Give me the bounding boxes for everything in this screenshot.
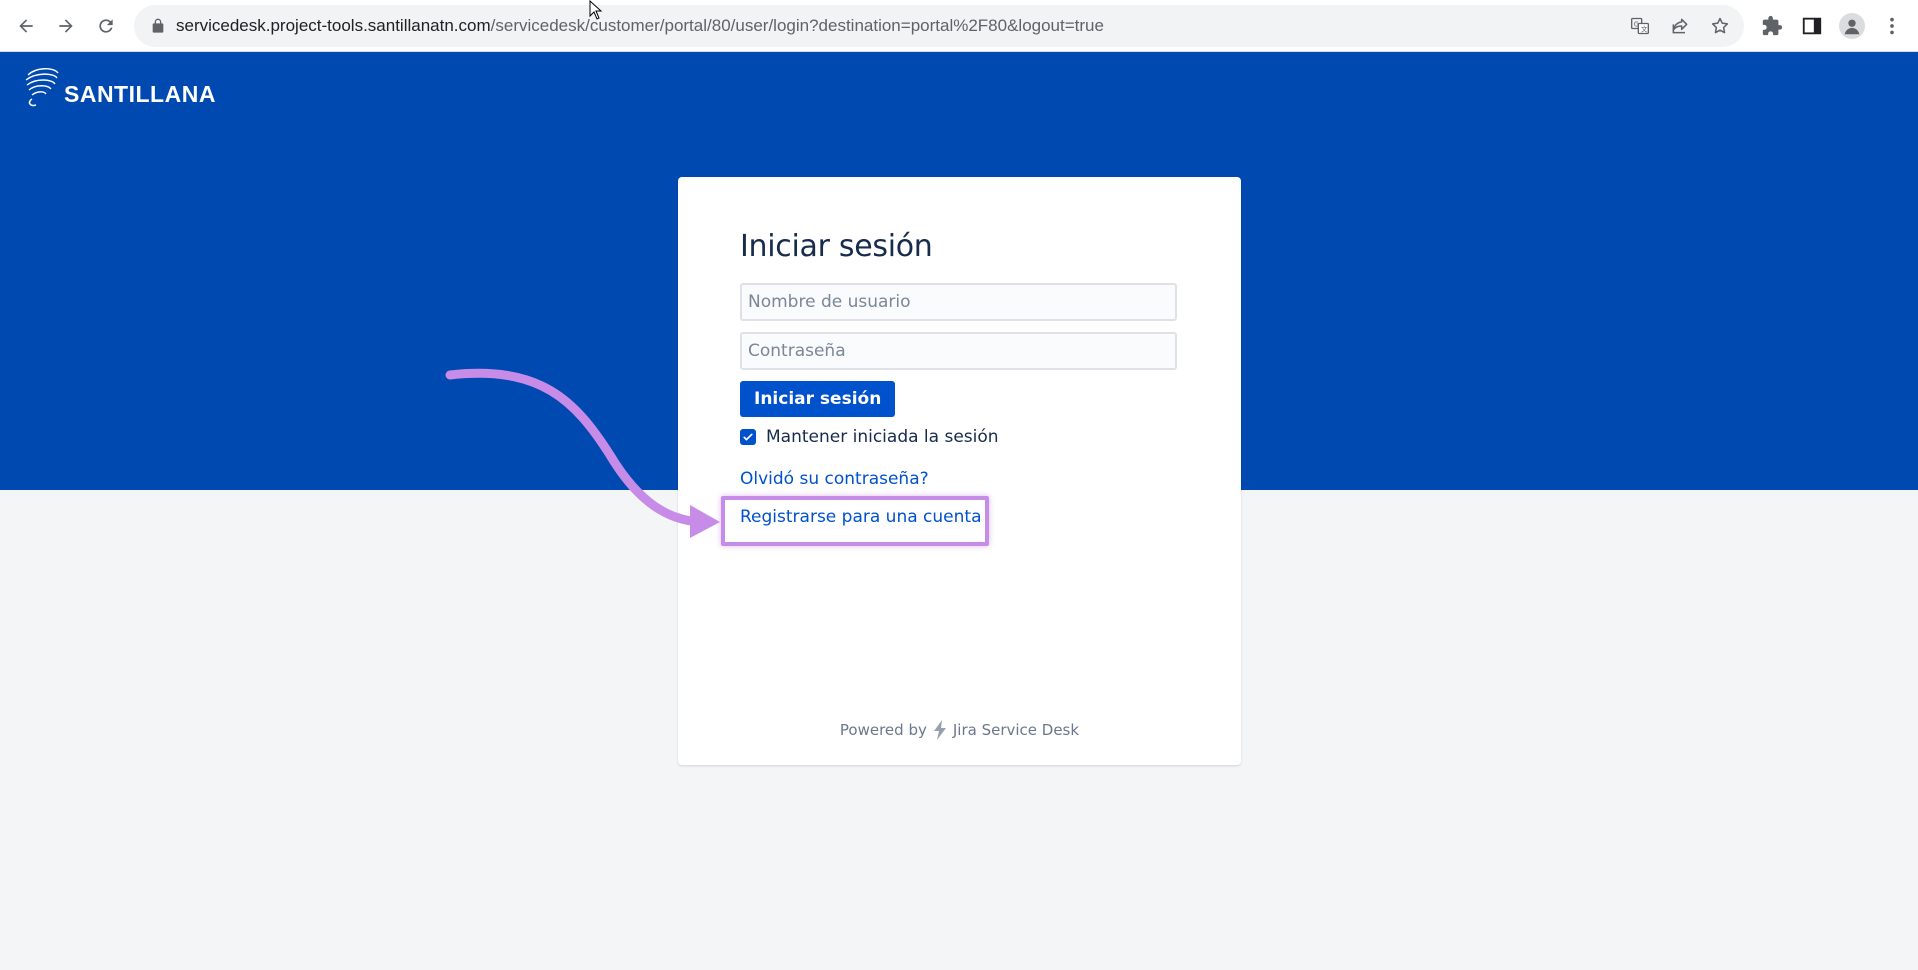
menu-kebab-icon [1890, 17, 1894, 35]
remember-me[interactable]: Mantener iniciada la sesión [740, 427, 999, 447]
profile-button[interactable] [1839, 13, 1865, 39]
powered-by-prefix: Powered by [839, 721, 927, 739]
remember-me-label: Mantener iniciada la sesión [766, 427, 999, 447]
extensions-icon [1762, 15, 1783, 36]
reload-icon [99, 19, 113, 33]
lock-icon[interactable] [150, 18, 166, 34]
url-host: servicedesk.project-tools.santillanatn.c… [176, 16, 491, 35]
powered-by-product: Jira Service Desk [952, 721, 1080, 739]
browser-toolbar: servicedesk.project-tools.santillanatn.c… [0, 0, 1918, 52]
url-text[interactable]: servicedesk.project-tools.santillanatn.c… [176, 5, 1104, 47]
svg-text:文: 文 [1641, 24, 1648, 33]
forward-icon [59, 19, 73, 33]
url-path: /servicedesk/customer/portal/80/user/log… [490, 16, 1104, 35]
back-button[interactable] [10, 10, 42, 42]
login-button[interactable]: Iniciar sesión [740, 381, 896, 417]
username-field[interactable] [740, 283, 1177, 321]
browser-menu-button[interactable] [1880, 14, 1904, 38]
side-panel-icon [1802, 17, 1822, 35]
reload-button[interactable] [90, 10, 122, 42]
translate-icon: G文 [1631, 17, 1649, 35]
annotation-highlight-box [721, 496, 989, 546]
powered-by-footer: Powered by Jira Service Desk [678, 719, 1241, 741]
forward-button[interactable] [50, 10, 82, 42]
bookmark-button[interactable] [1710, 16, 1730, 36]
bookmark-star-icon [1711, 17, 1729, 34]
password-field[interactable] [740, 332, 1177, 370]
profile-icon [1844, 19, 1860, 35]
jira-service-desk-icon [933, 720, 946, 740]
back-icon [19, 19, 33, 33]
logo-text: SANTILLANA [64, 80, 216, 107]
extensions-button[interactable] [1760, 14, 1784, 38]
share-icon [1672, 18, 1688, 34]
share-button[interactable] [1670, 16, 1690, 36]
mouse-cursor-icon [589, 0, 603, 20]
translate-button[interactable]: G文 [1630, 16, 1650, 36]
checkmark-icon [743, 433, 753, 441]
santillana-logo-icon [25, 68, 59, 107]
side-panel-button[interactable] [1800, 14, 1824, 38]
login-card: Iniciar sesión Iniciar sesión Mantener i… [678, 177, 1241, 765]
svg-text:G: G [1634, 20, 1639, 28]
remember-me-checkbox[interactable] [740, 429, 756, 445]
santillana-logo[interactable]: SANTILLANA [24, 62, 216, 112]
forgot-password-link[interactable]: Olvidó su contraseña? [740, 469, 929, 489]
address-bar[interactable]: servicedesk.project-tools.santillanatn.c… [134, 5, 1744, 47]
login-title: Iniciar sesión [740, 229, 933, 264]
